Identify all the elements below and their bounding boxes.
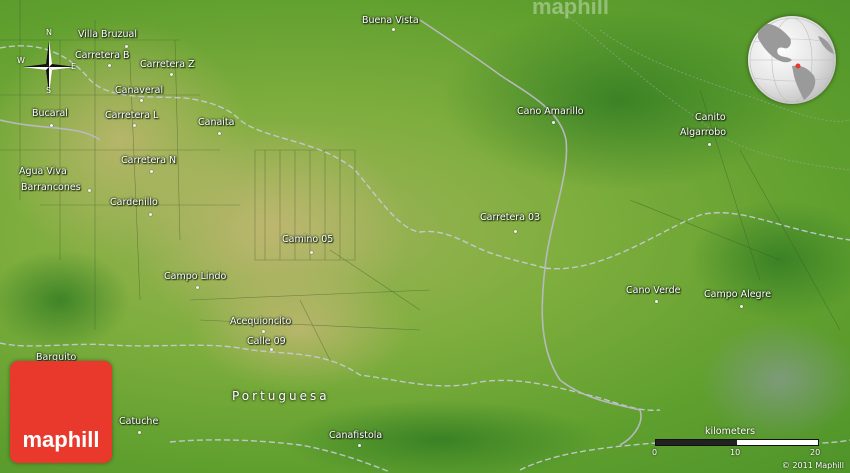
place-label[interactable]: Acequioncito (230, 316, 291, 327)
globe-icon (749, 17, 835, 103)
satellite-map[interactable]: maphill Villa Bruzual Buena Vista Carret… (0, 0, 850, 473)
place-marker (150, 170, 153, 173)
scale-tick: 10 (730, 448, 741, 457)
place-marker (149, 213, 152, 216)
terrain-layer (0, 0, 850, 473)
place-marker (108, 64, 111, 67)
place-label[interactable]: Cano Verde (626, 285, 681, 296)
place-label[interactable]: Canaita (198, 117, 234, 128)
place-label[interactable]: Carretera N (121, 155, 176, 166)
place-label[interactable]: Carretera Z (140, 59, 195, 70)
place-label[interactable]: Canito (695, 112, 726, 123)
place-marker (655, 300, 658, 303)
copyright-text: © 2011 Maphill (781, 461, 844, 470)
place-marker (270, 348, 273, 351)
maphill-logo[interactable]: maphill (10, 361, 112, 463)
place-marker (88, 189, 91, 192)
locator-globe (748, 16, 836, 104)
place-label[interactable]: Canaveral (115, 85, 163, 96)
place-label[interactable]: Barrancones (21, 182, 81, 193)
place-marker (514, 230, 517, 233)
place-label[interactable]: Canafistola (329, 430, 382, 441)
compass-rose: N S W E (14, 28, 84, 102)
place-label[interactable]: Algarrobo (680, 127, 726, 138)
region-label: Portuguesa (232, 389, 330, 403)
place-label[interactable]: Bucaral (32, 108, 68, 119)
place-label[interactable]: Agua Viva (19, 166, 67, 177)
scale-bar: kilometers 0 10 20 (650, 424, 830, 458)
place-label[interactable]: Cardenillo (110, 197, 158, 208)
scale-title: kilometers (705, 426, 756, 437)
place-label[interactable]: Carretera 03 (480, 212, 540, 223)
place-label[interactable]: Cano Amarillo (517, 106, 584, 117)
place-marker (262, 330, 265, 333)
place-label[interactable]: Catuche (119, 416, 158, 427)
compass-east: E (71, 62, 77, 71)
logo-text: maphill (22, 427, 100, 452)
watermark-brand: maphill (532, 0, 610, 19)
scale-bar-graphic (655, 439, 819, 446)
place-marker (140, 99, 143, 102)
compass-south: S (46, 86, 52, 95)
place-marker (358, 444, 361, 447)
place-label[interactable]: Buena Vista (362, 15, 419, 26)
place-label[interactable]: Villa Bruzual (78, 29, 137, 40)
compass-west: W (17, 56, 25, 65)
place-marker (552, 121, 555, 124)
place-label[interactable]: Camino 05 (282, 234, 333, 245)
place-label[interactable]: Campo Alegre (704, 289, 771, 300)
place-label[interactable]: Calle 09 (247, 336, 286, 347)
scale-tick: 0 (652, 448, 658, 457)
place-marker (218, 132, 221, 135)
place-marker (170, 73, 173, 76)
compass-north: N (46, 28, 52, 37)
place-label[interactable]: Carretera L (105, 110, 158, 121)
scale-tick: 20 (810, 448, 821, 457)
place-marker (133, 124, 136, 127)
place-label[interactable]: Campo Lindo (164, 271, 226, 282)
place-marker (125, 45, 128, 48)
place-marker (138, 431, 141, 434)
place-marker (50, 124, 53, 127)
place-marker (310, 251, 313, 254)
place-marker (708, 143, 711, 146)
place-marker (740, 305, 743, 308)
place-marker (196, 286, 199, 289)
place-marker (392, 28, 395, 31)
